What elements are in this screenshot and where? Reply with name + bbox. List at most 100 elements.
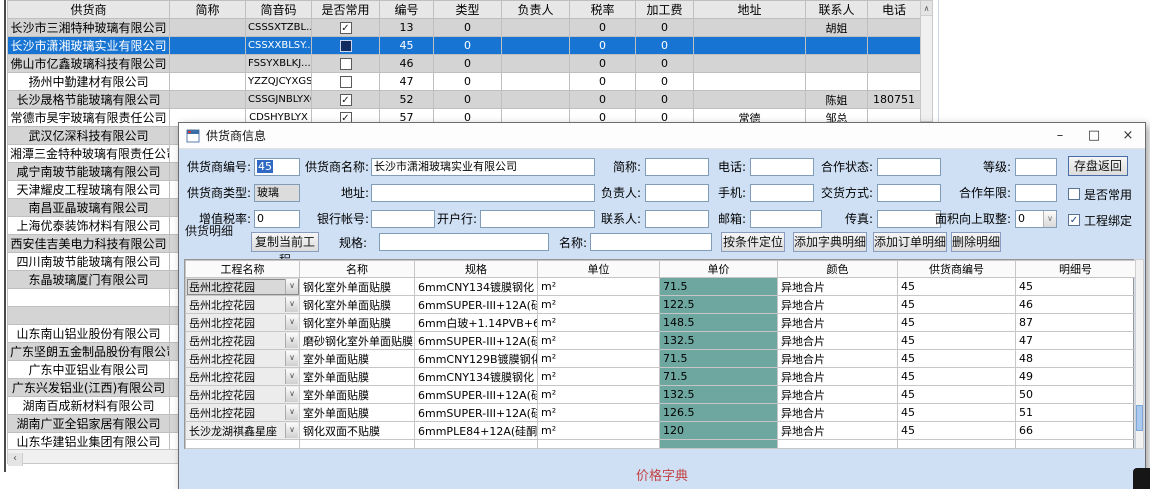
dcol-detail-id[interactable]: 明细号: [1016, 261, 1136, 278]
cell-type[interactable]: 0: [434, 73, 502, 91]
detail-cell-spec[interactable]: 6mmSUPER-III+12A(硅...: [415, 296, 538, 314]
detail-cell-project[interactable]: 岳州北控花园∨: [186, 296, 300, 314]
detail-row[interactable]: 岳州北控花园∨室外单面贴膜6mmSUPER-III+12A(硅...m²126.…: [186, 404, 1136, 422]
detail-cell-unit[interactable]: m²: [538, 296, 660, 314]
combo-dropdown-icon[interactable]: ∨: [285, 333, 298, 348]
add-dict-detail-button[interactable]: 添加字典明细: [793, 232, 867, 252]
detail-cell-supplier_id[interactable]: 45: [898, 296, 1016, 314]
area-round-up-select[interactable]: 0 ∨: [1015, 210, 1057, 228]
scroll-up-icon[interactable]: ∧: [921, 1, 932, 16]
combo-dropdown-icon[interactable]: ∨: [285, 297, 298, 312]
cell-fee[interactable]: 0: [636, 37, 694, 55]
dcol-spec[interactable]: 规格: [415, 261, 538, 278]
cell-short_name[interactable]: [170, 19, 246, 37]
cell-supplier[interactable]: [8, 307, 170, 325]
detail-cell-color[interactable]: 异地合片: [778, 296, 898, 314]
combo-dropdown-icon[interactable]: ∨: [285, 279, 298, 294]
dcol-name[interactable]: 名称: [300, 261, 415, 278]
detail-cell-project[interactable]: 岳州北控花园∨: [186, 332, 300, 350]
detail-cell-name[interactable]: 室外单面贴膜: [300, 386, 415, 404]
detail-cell-project[interactable]: 岳州北控花园∨: [186, 314, 300, 332]
address-field[interactable]: [371, 184, 595, 202]
cell-common[interactable]: [312, 37, 380, 55]
mobile-field[interactable]: [750, 184, 814, 202]
cell-type[interactable]: 0: [434, 55, 502, 73]
detail-cell-price[interactable]: 122.5: [660, 296, 778, 314]
cell-contact[interactable]: [806, 73, 868, 91]
cell-supplier[interactable]: 山东华建铝业集团有限公司: [8, 433, 170, 451]
detail-cell-color[interactable]: 异地合片: [778, 314, 898, 332]
cell-supplier[interactable]: 长沙市三湘特种玻璃有限公司: [8, 19, 170, 37]
detail-cell-spec[interactable]: 6mmCNY129B镀膜钢化: [415, 350, 538, 368]
detail-cell-color[interactable]: 异地合片: [778, 404, 898, 422]
delivery-method-field[interactable]: [877, 184, 941, 202]
cell-supplier[interactable]: 广东中亚铝业有限公司: [8, 361, 170, 379]
maximize-icon[interactable]: □: [1077, 123, 1111, 148]
name-filter-field[interactable]: [590, 233, 712, 251]
detail-cell-color[interactable]: 异地合片: [778, 386, 898, 404]
detail-cell-project[interactable]: 长沙龙湖祺鑫星座∨: [186, 422, 300, 440]
detail-cell-spec[interactable]: 6mmCNY134镀膜钢化: [415, 368, 538, 386]
cell-supplier[interactable]: 湖南百成新材料有限公司: [8, 397, 170, 415]
combo-dropdown-icon[interactable]: ∨: [285, 405, 298, 420]
cell-code[interactable]: CSSXXBLSY...: [246, 37, 312, 55]
cell-contact[interactable]: 陈姐: [806, 91, 868, 109]
detail-cell-color[interactable]: 异地合片: [778, 332, 898, 350]
delete-detail-button[interactable]: 删除明细: [951, 232, 1001, 252]
common-checkbox[interactable]: [340, 40, 352, 52]
coop-status-field[interactable]: [877, 158, 941, 176]
email-field[interactable]: [750, 210, 822, 228]
cell-supplier[interactable]: 武汉亿深科技有限公司: [8, 127, 170, 145]
detail-cell-supplier_id[interactable]: 45: [898, 404, 1016, 422]
combo-dropdown-icon[interactable]: ∨: [285, 387, 298, 402]
col-manager[interactable]: 负责人: [502, 1, 570, 19]
detail-cell-spec[interactable]: 6mmSUPER-III+12A(硅...: [415, 386, 538, 404]
supplier-row[interactable]: 长沙市三湘特种玻璃有限公司CSSSXTZBL...✓13000胡姐: [8, 19, 921, 37]
cell-supplier[interactable]: 东晶玻璃厦门有限公司: [8, 271, 170, 289]
grade-field[interactable]: [1015, 158, 1057, 176]
cell-supplier[interactable]: 佛山市亿鑫玻璃科技有限公司: [8, 55, 170, 73]
detail-row[interactable]: 岳州北控花园∨室外单面贴膜6mmCNY134镀膜钢化m²71.5异地合片4549: [186, 368, 1136, 386]
cell-fee[interactable]: 0: [636, 55, 694, 73]
project-bind-checkbox-group[interactable]: ✓ 工程绑定: [1068, 212, 1132, 228]
detail-table-scrollbar[interactable]: [1135, 259, 1144, 449]
detail-cell-name[interactable]: 钢化室外单面贴膜: [300, 296, 415, 314]
cell-tax[interactable]: 0: [570, 91, 636, 109]
detail-cell-name[interactable]: 钢化室外单面贴膜: [300, 314, 415, 332]
detail-cell-color[interactable]: 异地合片: [778, 422, 898, 440]
detail-cell-supplier_id[interactable]: 45: [898, 278, 1016, 296]
detail-cell-unit[interactable]: m²: [538, 368, 660, 386]
cell-id[interactable]: 47: [380, 73, 434, 91]
cell-phone[interactable]: [868, 19, 921, 37]
combo-dropdown-icon[interactable]: ∨: [285, 369, 298, 384]
detail-cell-price[interactable]: 132.5: [660, 332, 778, 350]
bank-account-field[interactable]: [371, 210, 435, 228]
detail-cell-unit[interactable]: m²: [538, 350, 660, 368]
detail-row[interactable]: 岳州北控花园∨磨砂钢化室外单面贴膜6mmSUPER-III+12A(硅...m²…: [186, 332, 1136, 350]
dcol-supplier-id[interactable]: 供货商编号: [898, 261, 1016, 278]
detail-cell-detail_id[interactable]: 48: [1016, 350, 1136, 368]
supplier-row[interactable]: 长沙晟格节能玻璃有限公司CSSGJNBLYXGS✓52000陈姐180751: [8, 91, 921, 109]
cell-supplier[interactable]: 山东南山铝业股份有限公司: [8, 325, 170, 343]
supplier-row[interactable]: 佛山市亿鑫玻璃科技有限公司FSSYXBLKJ...46000: [8, 55, 921, 73]
detail-cell-project[interactable]: 岳州北控花园∨: [186, 386, 300, 404]
cell-supplier[interactable]: 咸宁南玻节能玻璃有限公司: [8, 163, 170, 181]
cell-phone[interactable]: [868, 37, 921, 55]
cell-short_name[interactable]: [170, 91, 246, 109]
cell-supplier[interactable]: 长沙晟格节能玻璃有限公司: [8, 91, 170, 109]
detail-cell-name[interactable]: 室外单面贴膜: [300, 368, 415, 386]
scrollbar-thumb[interactable]: [1136, 405, 1143, 431]
col-contact[interactable]: 联系人: [806, 1, 868, 19]
cell-common[interactable]: ✓: [312, 91, 380, 109]
cell-fee[interactable]: 0: [636, 73, 694, 91]
common-checkbox[interactable]: [340, 76, 352, 88]
coop-years-field[interactable]: [1015, 184, 1057, 202]
cell-manager[interactable]: [502, 73, 570, 91]
detail-cell-unit[interactable]: m²: [538, 386, 660, 404]
detail-cell-price[interactable]: 126.5: [660, 404, 778, 422]
detail-row[interactable]: 岳州北控花园∨室外单面贴膜6mmSUPER-III+12A(硅...m²132.…: [186, 386, 1136, 404]
dcol-project[interactable]: 工程名称: [186, 261, 300, 278]
detail-cell-supplier_id[interactable]: 45: [898, 332, 1016, 350]
detail-cell-spec[interactable]: 6mmPLE84+12A(硅酮胶...: [415, 422, 538, 440]
supplier-table-vscrollbar[interactable]: ∧: [920, 0, 933, 122]
